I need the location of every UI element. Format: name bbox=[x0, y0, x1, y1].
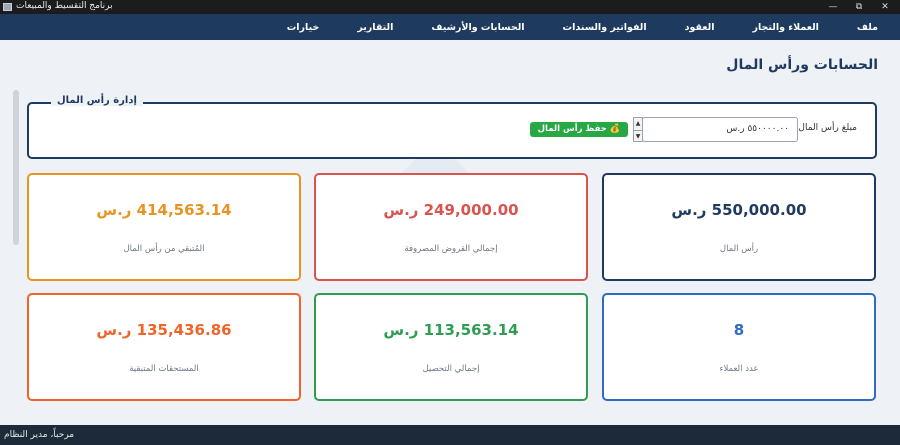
capital-amount-input[interactable]: ٥٥٠٠٠٠.٠٠ ر.س bbox=[642, 117, 798, 142]
stat-value: 113,563.14 ر.س bbox=[383, 321, 519, 339]
spin-up-icon[interactable]: ▲ bbox=[634, 118, 642, 129]
menu-file[interactable]: ملف bbox=[857, 22, 878, 33]
stat-card-outstanding: 135,436.86 ر.س المستحقات المتبقية bbox=[27, 293, 301, 401]
stat-value: 135,436.86 ر.س bbox=[96, 321, 232, 339]
menu-reports[interactable]: التقارير bbox=[357, 22, 393, 33]
menu-options[interactable]: خيارات bbox=[287, 22, 320, 33]
menu-accounts[interactable]: الحسابات والأرشيف bbox=[431, 22, 524, 33]
capital-amount-label: مبلغ رأس المال: bbox=[795, 123, 857, 133]
maximize-button[interactable]: ⧉ bbox=[846, 0, 872, 14]
title-bar: برنامج التقسيط والمبيعات — ⧉ ✕ bbox=[0, 0, 900, 14]
status-bar: مرحباً، مدير النظام bbox=[0, 425, 900, 445]
close-button[interactable]: ✕ bbox=[872, 0, 898, 14]
stat-value: 414,563.14 ر.س bbox=[96, 201, 232, 219]
capital-management-group: إدارة رأس المال مبلغ رأس المال: ٥٥٠٠٠٠.٠… bbox=[27, 95, 877, 159]
save-capital-button[interactable]: 💰 حفظ رأس المال bbox=[530, 122, 628, 137]
stat-card-loans: 249,000.00 ر.س إجمالي القروض المصروفة bbox=[314, 173, 588, 281]
stat-card-remaining-capital: 414,563.14 ر.س المُتبقي من رأس المال bbox=[27, 173, 301, 281]
menu-invoices[interactable]: الفواتير والسندات bbox=[563, 22, 647, 33]
stat-value: 8 bbox=[733, 321, 745, 339]
capital-amount-spinner: ▲ ▼ bbox=[633, 117, 643, 142]
menu-customers[interactable]: العملاء والتجار bbox=[753, 22, 819, 33]
menu-bar: ملف العملاء والتجار العقود الفواتير والس… bbox=[0, 14, 900, 40]
window-title: برنامج التقسيط والمبيعات bbox=[16, 1, 113, 11]
stat-card-capital: 550,000.00 ر.س رأس المال bbox=[602, 173, 876, 281]
stat-label: عدد العملاء bbox=[719, 364, 759, 374]
stat-label: المستحقات المتبقية bbox=[129, 364, 199, 374]
status-text: مرحباً، مدير النظام bbox=[4, 430, 75, 440]
main-content: الحسابات ورأس المال إدارة رأس المال مبلغ… bbox=[0, 40, 900, 425]
scrollbar[interactable] bbox=[13, 90, 19, 245]
page-title: الحسابات ورأس المال bbox=[726, 57, 878, 73]
stat-label: رأس المال bbox=[719, 244, 759, 254]
stat-value: 550,000.00 ر.س bbox=[671, 201, 807, 219]
minimize-button[interactable]: — bbox=[820, 0, 846, 14]
spin-down-icon[interactable]: ▼ bbox=[634, 130, 642, 141]
stat-label: إجمالي القروض المصروفة bbox=[404, 244, 498, 254]
stat-card-customers: 8 عدد العملاء bbox=[602, 293, 876, 401]
stat-card-collected: 113,563.14 ر.س إجمالي التحصيل bbox=[314, 293, 588, 401]
stat-label: إجمالي التحصيل bbox=[422, 364, 480, 374]
capital-group-legend: إدارة رأس المال bbox=[51, 95, 143, 106]
menu-contracts[interactable]: العقود bbox=[685, 22, 715, 33]
stat-value: 249,000.00 ر.س bbox=[383, 201, 519, 219]
app-icon bbox=[3, 3, 12, 11]
stat-label: المُتبقي من رأس المال bbox=[123, 244, 205, 254]
